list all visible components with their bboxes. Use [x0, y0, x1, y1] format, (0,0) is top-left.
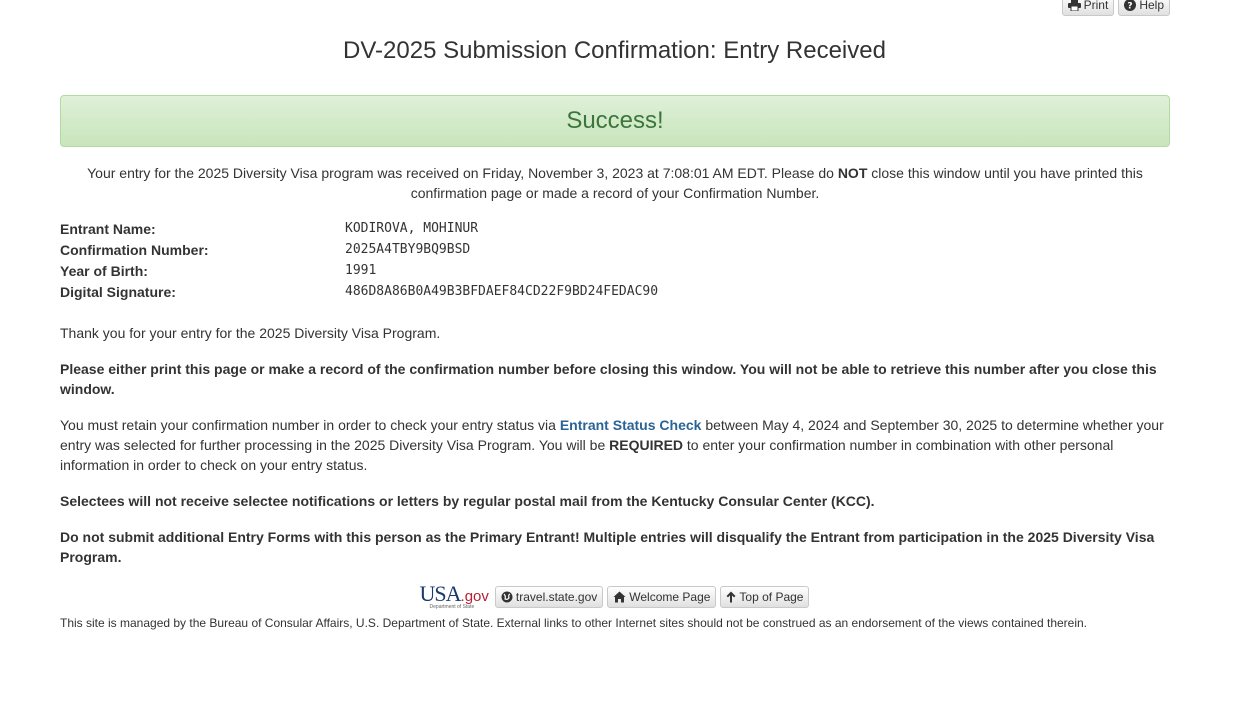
intro-paragraph: Your entry for the 2025 Diversity Visa p…: [80, 163, 1150, 203]
travel-state-gov-label: travel.state.gov: [515, 589, 598, 604]
page-title: DV-2025 Submission Confirmation: Entry R…: [343, 37, 886, 64]
help-button-label: Help: [1139, 0, 1164, 12]
detail-row-digital-signature: Digital Signature: 486D8A86B0A49B3BFDAEF…: [60, 281, 658, 302]
question-circle-icon: ?: [1124, 0, 1137, 12]
duplicate-warning-text: Do not submit additional Entry Forms wit…: [60, 529, 1155, 565]
selectees-notice-text: Selectees will not receive selectee noti…: [60, 493, 875, 509]
detail-label: Entrant Name:: [60, 220, 156, 237]
usa-gov-logo-usa: USA: [419, 581, 462, 606]
retain-paragraph: You must retain your confirmation number…: [60, 415, 1170, 475]
usa-gov-logo-gov: .gov: [460, 588, 489, 605]
entrant-status-check-link[interactable]: Entrant Status Check: [560, 417, 702, 433]
detail-value: KODIROVA, MOHINUR: [345, 221, 479, 236]
print-button-label: Print: [1083, 0, 1109, 12]
footer-links: USA.gov Department of State travel.state…: [0, 583, 1229, 610]
detail-row-entrant-name: Entrant Name: KODIROVA, MOHINUR: [60, 218, 658, 239]
print-warning-text: Please either print this page or make a …: [60, 361, 1157, 397]
thank-you-text: Thank you for your entry for the 2025 Di…: [60, 325, 441, 341]
usa-gov-logo-sub: Department of State: [429, 604, 475, 610]
intro-emphasis: NOT: [837, 165, 868, 181]
top-of-page-label: Top of Page: [739, 589, 804, 604]
entry-details: Entrant Name: KODIROVA, MOHINUR Confirma…: [60, 218, 658, 302]
travel-state-gov-button[interactable]: travel.state.gov: [494, 585, 604, 608]
detail-row-confirmation-number: Confirmation Number: 2025A4TBY9BQ9BSD: [60, 239, 658, 260]
detail-value: 1991: [345, 263, 377, 278]
globe-icon: [501, 591, 513, 602]
detail-row-year-of-birth: Year of Birth: 1991: [60, 260, 658, 281]
main-content: Thank you for your entry for the 2025 Di…: [60, 323, 1170, 583]
detail-value: 486D8A86B0A49B3BFDAEF84CD22F9BD24FEDAC90: [345, 284, 659, 299]
detail-label: Confirmation Number:: [60, 241, 209, 258]
printer-icon: [1067, 0, 1081, 11]
success-alert: Success!: [60, 95, 1170, 147]
welcome-page-button[interactable]: Welcome Page: [607, 585, 717, 608]
intro-text-1: Your entry for the 2025 Diversity Visa p…: [87, 165, 838, 181]
detail-label: Year of Birth:: [60, 262, 148, 279]
svg-text:?: ?: [1128, 2, 1133, 12]
detail-label: Digital Signature:: [60, 283, 176, 300]
arrow-up-icon: [726, 591, 736, 602]
help-button[interactable]: ? Help: [1118, 0, 1170, 16]
footer-disclaimer: This site is managed by the Bureau of Co…: [60, 616, 1088, 630]
success-alert-text: Success!: [566, 107, 664, 134]
home-icon: [613, 591, 626, 602]
top-of-page-button[interactable]: Top of Page: [720, 585, 810, 608]
usa-gov-logo[interactable]: USA.gov Department of State: [420, 583, 489, 610]
retain-text-1: You must retain your confirmation number…: [60, 417, 560, 433]
print-button[interactable]: Print: [1061, 0, 1115, 16]
usa-gov-logo-main: USA.gov: [420, 583, 489, 605]
detail-value: 2025A4TBY9BQ9BSD: [345, 242, 471, 257]
retain-emphasis: REQUIRED: [609, 437, 684, 453]
top-toolbar: Print ? Help: [1061, 0, 1170, 16]
welcome-page-label: Welcome Page: [629, 589, 711, 604]
